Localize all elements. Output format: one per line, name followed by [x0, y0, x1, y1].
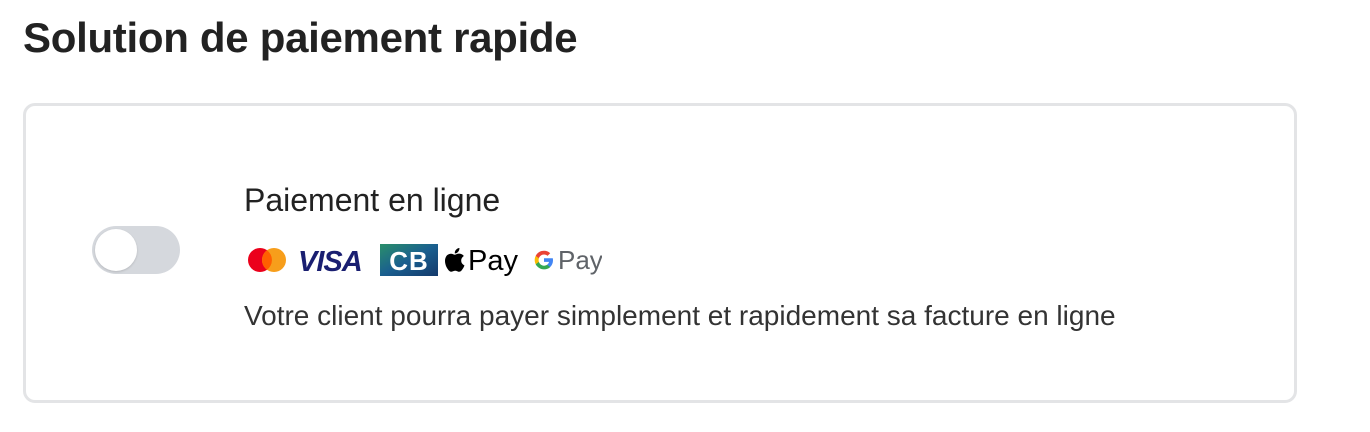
google-pay-label: Pay: [558, 245, 602, 275]
mastercard-icon: [246, 245, 288, 275]
google-g-icon: [534, 250, 553, 270]
google-pay-logo: Pay: [532, 243, 602, 277]
online-payment-title: Paiement en ligne: [244, 182, 501, 218]
toggle-knob: [95, 229, 137, 271]
visa-label: VISA: [298, 246, 362, 275]
apple-pay-label: Pay: [468, 245, 518, 277]
online-payment-toggle[interactable]: [92, 226, 180, 274]
cb-label: CB: [389, 246, 429, 276]
cb-icon: CB: [380, 244, 438, 276]
visa-logo: VISA: [296, 245, 372, 275]
online-payment-description: Votre client pourra payer simplement et …: [244, 300, 1116, 331]
apple-icon: [445, 248, 465, 272]
page-title: Solution de paiement rapide: [23, 14, 578, 61]
online-payment-card: Paiement en ligne VISA CB Pay Pay Votre …: [23, 103, 1297, 403]
apple-pay-logo: Pay: [444, 243, 524, 277]
payment-logos: VISA CB Pay Pay: [246, 242, 602, 278]
